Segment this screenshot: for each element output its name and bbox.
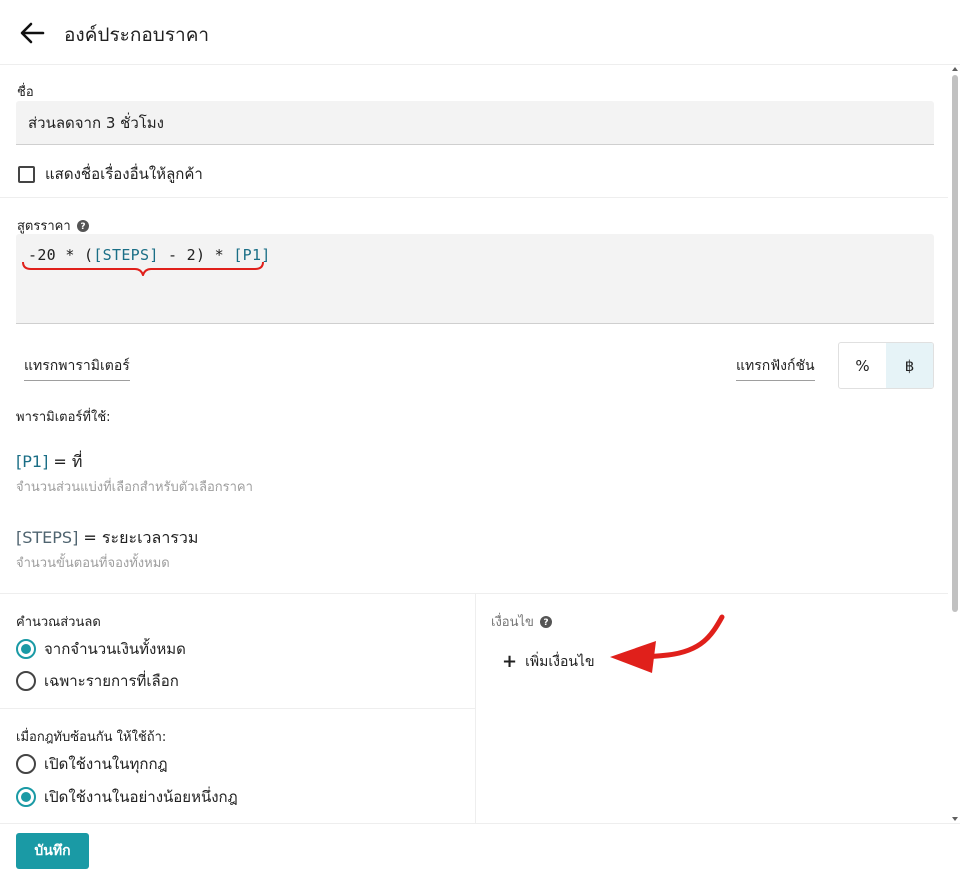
percent-toggle-button[interactable]: % — [839, 343, 886, 388]
radio-label: เปิดใช้งานในอย่างน้อยหนึ่งกฎ — [44, 788, 238, 806]
scroll-down-icon[interactable] — [952, 817, 958, 821]
svg-text:?: ? — [543, 618, 548, 628]
scroll-up-icon[interactable] — [952, 67, 958, 71]
param-steps-desc: จำนวนขั้นตอนที่จองทั้งหมด — [16, 556, 170, 571]
page-header: องค์ประกอบราคา — [0, 0, 960, 65]
content-area: ชื่อ ส่วนลดจาก 3 ชั่วโมง แสดงชื่อเรื่องอ… — [0, 65, 948, 823]
radio-button[interactable] — [16, 787, 36, 807]
radio-selected-items[interactable]: เฉพาะรายการที่เลือก — [16, 669, 179, 693]
question-circle-icon[interactable]: ? — [539, 615, 552, 628]
svg-text:?: ? — [80, 222, 85, 232]
params-heading: พารามิเตอร์ที่ใช้: — [16, 410, 111, 425]
column-divider — [475, 593, 476, 823]
unit-toggle: % ฿ — [838, 342, 934, 389]
param-name: = ที่ — [48, 452, 83, 471]
radio-label: เฉพาะรายการที่เลือก — [44, 672, 179, 690]
param-p1-desc: จำนวนส่วนแบ่งที่เลือกสำหรับตัวเลือกราคา — [16, 480, 253, 495]
scrollbar[interactable] — [950, 65, 960, 823]
page-title: องค์ประกอบราคา — [64, 24, 210, 46]
arrow-left-icon — [20, 22, 45, 44]
save-button[interactable]: บันทึก — [16, 833, 89, 869]
back-button[interactable] — [18, 19, 46, 47]
annotation-arrow — [610, 614, 725, 673]
radio-label: เปิดใช้งานในทุกกฎ — [44, 755, 168, 773]
discount-calc-heading: คำนวณส่วนลด — [16, 615, 101, 630]
param-p1: [P1] = ที่ — [16, 450, 82, 475]
param-steps: [STEPS] = ระยะเวลารวม — [16, 526, 198, 551]
param-name: = ระยะเวลารวม — [78, 528, 199, 547]
param-token: [STEPS] — [16, 528, 79, 547]
radio-button[interactable] — [16, 671, 36, 691]
param-token: [P1] — [16, 452, 49, 471]
overlap-rule-heading: เมื่อกฎทับซ้อนกัน ให้ใช้ถ้า: — [16, 730, 167, 745]
name-label: ชื่อ — [17, 85, 34, 100]
conditions-label: เงื่อนไข — [491, 615, 534, 630]
radio-all-rules[interactable]: เปิดใช้งานในทุกกฎ — [16, 752, 168, 776]
footer-bar: บันทึก — [0, 823, 960, 876]
name-input[interactable]: ส่วนลดจาก 3 ชั่วโมง — [16, 101, 934, 145]
radio-button[interactable] — [16, 639, 36, 659]
radio-label: จากจำนวนเงินทั้งหมด — [44, 640, 186, 658]
insert-function-button[interactable]: แทรกฟังก์ชัน — [736, 355, 815, 381]
add-condition-label: เพิ่มเงื่อนไข — [525, 654, 595, 670]
checkbox-label: แสดงชื่อเรื่องอื่นให้ลูกค้า — [45, 165, 203, 183]
formula-label: สูตรราคา — [17, 219, 71, 234]
radio-button[interactable] — [16, 754, 36, 774]
annotation-brace — [22, 261, 264, 276]
radio-total-amount[interactable]: จากจำนวนเงินทั้งหมด — [16, 637, 186, 661]
formula-label-row: สูตรราคา ? — [17, 215, 89, 236]
question-circle-icon[interactable]: ? — [76, 219, 89, 232]
add-condition-button[interactable]: + เพิ่มเงื่อนไข — [502, 651, 595, 673]
show-other-title-checkbox[interactable]: แสดงชื่อเรื่องอื่นให้ลูกค้า — [18, 162, 203, 186]
plus-icon: + — [502, 651, 518, 672]
checkbox-box[interactable] — [18, 165, 35, 183]
scroll-thumb[interactable] — [952, 75, 958, 612]
baht-toggle-button[interactable]: ฿ — [886, 343, 933, 388]
conditions-label-row: เงื่อนไข ? — [491, 611, 552, 632]
section-divider — [0, 593, 948, 594]
formula-editor[interactable]: -20 * ([STEPS] - 2) * [P1] — [16, 234, 934, 324]
section-divider — [0, 708, 475, 709]
radio-at-least-one-rule[interactable]: เปิดใช้งานในอย่างน้อยหนึ่งกฎ — [16, 785, 238, 809]
section-divider — [0, 197, 948, 198]
insert-parameter-button[interactable]: แทรกพารามิเตอร์ — [24, 355, 130, 381]
